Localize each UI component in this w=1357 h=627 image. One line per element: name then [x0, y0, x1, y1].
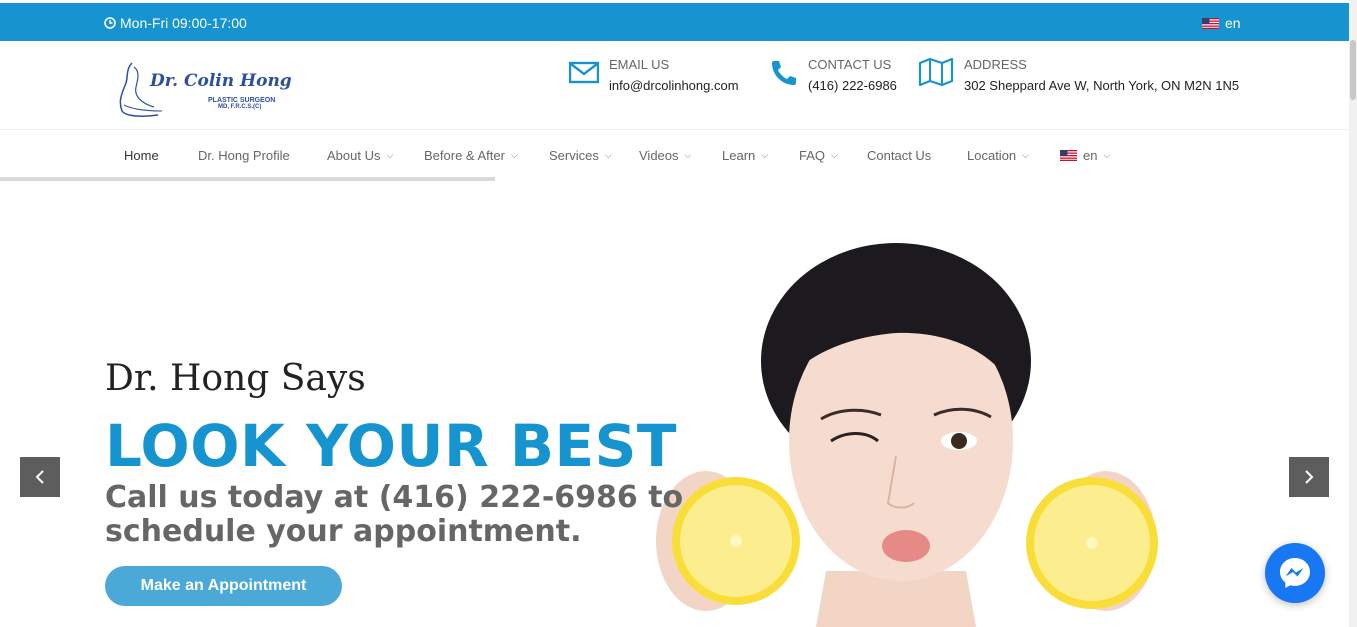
- us-flag-icon: [1202, 17, 1219, 29]
- main-navigation: Home Dr. Hong Profile About Us ⌵ Before &…: [0, 129, 1349, 179]
- slider-prev-button[interactable]: [20, 457, 60, 497]
- language-switcher-top[interactable]: en: [1202, 15, 1241, 31]
- messenger-icon: [1280, 558, 1310, 588]
- nav-label: Videos: [639, 148, 679, 163]
- nav-label: Contact Us: [867, 148, 932, 163]
- business-hours: Mon-Fri 09:00-17:00: [104, 15, 247, 31]
- nav-item-videos[interactable]: Videos ⌵: [639, 148, 691, 163]
- slider-next-button[interactable]: [1289, 457, 1329, 497]
- site-logo[interactable]: Dr. Colin Hong PLASTIC SURGEON MD, F.R.C…: [114, 59, 292, 121]
- contact-phone[interactable]: CONTACT US (416) 222-6986: [768, 57, 897, 93]
- logo-name: Dr. Colin Hong: [150, 71, 292, 91]
- chevron-down-icon: ⌵: [604, 150, 612, 160]
- nav-item-contact-us[interactable]: Contact Us: [867, 148, 931, 163]
- nav-item-language[interactable]: en ⌵: [1060, 148, 1110, 163]
- nav-item-location[interactable]: Location ⌵: [967, 148, 1029, 163]
- chevron-down-icon: ⌵: [510, 150, 518, 160]
- nav-label: Before & After: [424, 148, 505, 163]
- email-label: EMAIL US: [609, 57, 670, 72]
- language-label: en: [1225, 15, 1241, 31]
- nav-item-dr-hong-profile[interactable]: Dr. Hong Profile: [198, 148, 290, 163]
- chevron-down-icon: ⌵: [1022, 150, 1029, 160]
- nav-label: Home: [124, 148, 159, 163]
- nav-item-home[interactable]: Home: [124, 148, 159, 163]
- clock-icon: [104, 17, 116, 29]
- nav-item-about-us[interactable]: About Us ⌵: [327, 148, 393, 163]
- top-bar: Mon-Fri 09:00-17:00 en: [0, 3, 1349, 41]
- nav-item-learn[interactable]: Learn ⌵: [722, 148, 768, 163]
- nav-label: Learn: [722, 148, 756, 163]
- envelope-icon: [569, 61, 599, 84]
- nav-label: en: [1083, 148, 1098, 163]
- chevron-down-icon: ⌵: [386, 150, 394, 160]
- nav-label: FAQ: [799, 148, 826, 163]
- hours-text: Mon-Fri 09:00-17:00: [120, 15, 247, 31]
- hero-eyebrow: Dr. Hong Says: [105, 358, 366, 399]
- chevron-right-icon: [1305, 470, 1314, 484]
- chevron-down-icon: ⌵: [761, 150, 769, 160]
- nav-item-faq[interactable]: FAQ ⌵: [799, 148, 838, 163]
- chevron-down-icon: ⌵: [1103, 150, 1111, 160]
- chevron-down-icon: ⌵: [684, 150, 692, 160]
- page-scrollbar[interactable]: [1349, 0, 1357, 627]
- hero-slider: [0, 181, 1349, 627]
- nav-label: Services: [549, 148, 599, 163]
- nav-item-before-after[interactable]: Before & After ⌵: [424, 148, 518, 163]
- site-header: Dr. Colin Hong PLASTIC SURGEON MD, F.R.C…: [0, 41, 1349, 129]
- make-appointment-button[interactable]: Make an Appointment: [105, 566, 342, 606]
- hero-woman-with-lemons-image: [656, 243, 1158, 627]
- email-value[interactable]: info@drcolinhong.com: [609, 78, 739, 93]
- phone-icon: [772, 61, 796, 85]
- chevron-left-icon: [35, 470, 44, 484]
- nav-label: Dr. Hong Profile: [198, 148, 290, 163]
- contact-email[interactable]: EMAIL US info@drcolinhong.com: [569, 57, 739, 93]
- hero-headline: LOOK YOUR BEST: [105, 412, 677, 480]
- phone-value[interactable]: (416) 222-6986: [808, 78, 897, 93]
- hero-subline: Call us today at (416) 222-6986 to sched…: [105, 480, 684, 549]
- nav-label: Location: [967, 148, 1017, 163]
- map-icon: [918, 57, 954, 87]
- messenger-chat-button[interactable]: [1265, 543, 1325, 603]
- phone-label: CONTACT US: [808, 57, 892, 72]
- logo-title: PLASTIC SURGEON: [208, 97, 276, 104]
- us-flag-icon: [1060, 150, 1077, 161]
- chevron-down-icon: ⌵: [831, 150, 838, 160]
- contact-address[interactable]: ADDRESS 302 Sheppard Ave W, North York, …: [918, 57, 1239, 93]
- nav-label: About Us: [327, 148, 381, 163]
- logo-credentials: MD, F.R.C.S.(C): [218, 104, 262, 110]
- nav-item-services[interactable]: Services ⌵: [549, 148, 612, 163]
- address-label: ADDRESS: [964, 57, 1027, 72]
- address-value[interactable]: 302 Sheppard Ave W, North York, ON M2N 1…: [964, 78, 1239, 93]
- scrollbar-thumb[interactable]: [1350, 40, 1356, 100]
